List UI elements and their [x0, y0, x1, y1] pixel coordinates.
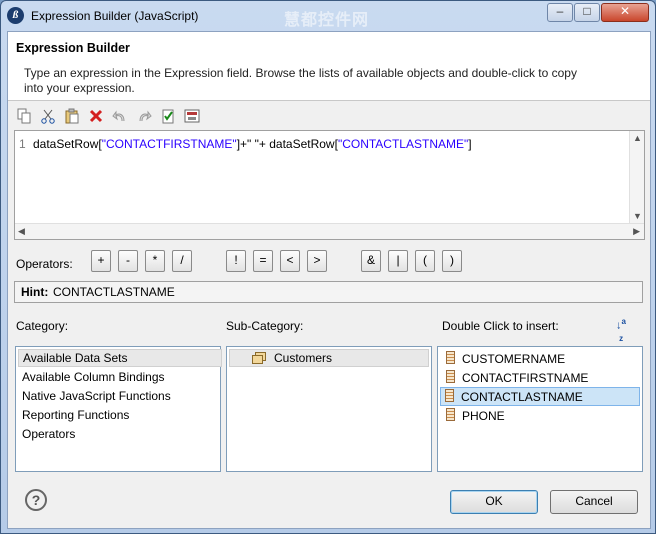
subcategory-item-customers[interactable]: Customers [229, 349, 429, 367]
code-mid: ]+" "+ dataSetRow[ [236, 137, 338, 151]
delete-icon[interactable] [88, 108, 104, 124]
subcategory-list[interactable]: Customers [226, 346, 432, 472]
operator-minus-button[interactable]: - [118, 250, 138, 272]
field-icon [445, 389, 454, 402]
category-item-available-data-sets[interactable]: Available Data Sets [18, 349, 222, 367]
field-label: CONTACTLASTNAME [461, 390, 583, 404]
operator-less-than-button[interactable]: < [280, 250, 300, 272]
field-item-phone[interactable]: PHONE [446, 408, 505, 423]
ok-button[interactable]: OK [450, 490, 538, 514]
operator-plus-button[interactable]: + [91, 250, 111, 272]
validate-icon[interactable] [160, 108, 176, 124]
category-item-native-javascript-functions[interactable]: Native JavaScript Functions [22, 389, 171, 403]
category-item-available-column-bindings[interactable]: Available Column Bindings [22, 370, 165, 384]
scroll-up-icon[interactable]: ▲ [633, 133, 642, 143]
operator-open-paren-button[interactable]: ( [415, 250, 435, 272]
operator-not-button[interactable]: ! [226, 250, 246, 272]
scroll-down-icon[interactable]: ▼ [633, 211, 642, 221]
maximize-button[interactable]: □ [574, 3, 600, 22]
operator-equals-button[interactable]: = [253, 250, 273, 272]
vertical-scrollbar[interactable]: ▲ ▼ [629, 131, 644, 223]
category-label: Category: [16, 319, 69, 333]
dialog-title: Expression Builder [16, 41, 130, 55]
field-icon [446, 408, 455, 421]
calculator-icon[interactable] [184, 108, 200, 124]
scroll-left-icon[interactable]: ◀ [18, 226, 25, 237]
field-label: PHONE [462, 409, 505, 423]
help-icon[interactable]: ? [25, 489, 47, 511]
expression-code[interactable]: dataSetRow["CONTACTFIRSTNAME"]+" "+ data… [33, 137, 472, 151]
hint-box: Hint: CONTACTLASTNAME [14, 281, 643, 303]
title-bar[interactable]: ß Expression Builder (JavaScript) 慧都控件网 … [1, 1, 655, 31]
code-string-lastname: "CONTACTLASTNAME" [337, 137, 469, 151]
redo-icon[interactable] [136, 108, 152, 124]
insert-label: Double Click to insert: [442, 319, 559, 333]
code-prefix: dataSetRow[ [33, 137, 102, 151]
field-item-customername[interactable]: CUSTOMERNAME [446, 351, 565, 366]
code-string-firstname: "CONTACTFIRSTNAME" [101, 137, 237, 151]
undo-icon[interactable] [112, 108, 128, 124]
hint-label: Hint: [21, 285, 49, 299]
operator-divide-button[interactable]: / [172, 250, 192, 272]
hint-value: CONTACTLASTNAME [53, 285, 175, 299]
line-number: 1 [19, 137, 26, 151]
subcategory-label: Sub-Category: [226, 319, 304, 333]
category-item-reporting-functions[interactable]: Reporting Functions [22, 408, 129, 422]
copy-icon[interactable] [16, 108, 32, 124]
cut-icon[interactable] [40, 108, 56, 124]
insert-list[interactable]: CUSTOMERNAME CONTACTFIRSTNAME CONTACTLAS… [437, 346, 643, 472]
operator-and-button[interactable]: & [361, 250, 381, 272]
watermark: 慧都控件网 [284, 12, 370, 29]
dialog-header: Expression Builder Type an expression in… [8, 32, 650, 101]
dataset-icon [252, 352, 266, 364]
paste-icon[interactable] [64, 108, 80, 124]
code-suffix: ] [468, 137, 472, 151]
field-item-contactfirstname[interactable]: CONTACTFIRSTNAME [446, 370, 588, 385]
cancel-button[interactable]: Cancel [550, 490, 638, 514]
operator-greater-than-button[interactable]: > [307, 250, 327, 272]
operator-or-button[interactable]: | [388, 250, 408, 272]
field-icon [446, 351, 455, 364]
scroll-right-icon[interactable]: ▶ [633, 226, 640, 237]
sort-alphabetical-icon[interactable]: ↓a z [616, 317, 626, 343]
expression-builder-window: ß Expression Builder (JavaScript) 慧都控件网 … [0, 0, 656, 534]
field-label: CONTACTFIRSTNAME [462, 371, 589, 385]
category-list[interactable]: Available Data Sets Available Column Bin… [15, 346, 222, 472]
dialog-description: Type an expression in the Expression fie… [24, 66, 577, 95]
close-button[interactable]: ✕ [601, 3, 649, 22]
app-icon: ß [7, 7, 24, 24]
operator-close-paren-button[interactable]: ) [442, 250, 462, 272]
window-title: Expression Builder (JavaScript) [31, 9, 199, 23]
category-item-operators[interactable]: Operators [22, 427, 75, 441]
horizontal-scrollbar[interactable]: ◀ ▶ [15, 223, 644, 239]
field-icon [446, 370, 455, 383]
operator-multiply-button[interactable]: * [145, 250, 165, 272]
dialog-body: Expression Builder Type an expression in… [7, 31, 651, 529]
minimize-button[interactable]: – [547, 3, 573, 22]
subcategory-item-label: Customers [274, 351, 333, 365]
field-label: CUSTOMERNAME [462, 352, 566, 366]
field-item-contactlastname[interactable]: CONTACTLASTNAME [440, 387, 640, 406]
expression-editor[interactable]: 1 dataSetRow["CONTACTFIRSTNAME"]+" "+ da… [14, 130, 645, 240]
operators-label: Operators: [16, 257, 73, 271]
